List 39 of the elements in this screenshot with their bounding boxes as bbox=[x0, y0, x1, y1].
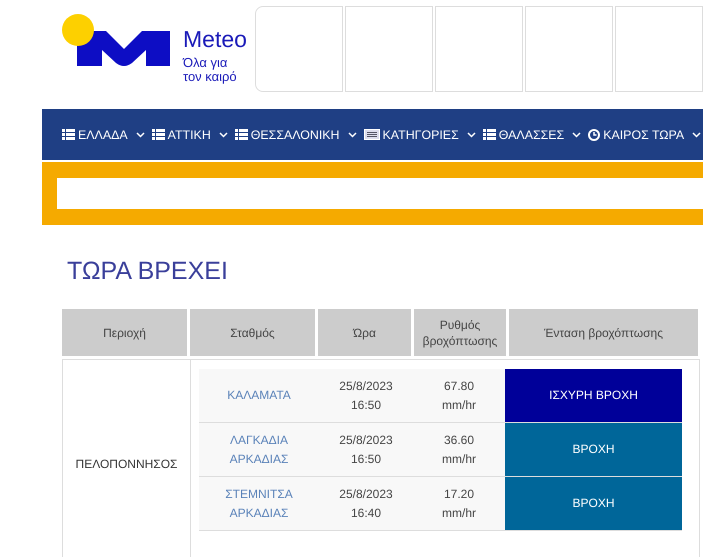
list-icon bbox=[152, 129, 165, 140]
time-cell-text: 25/8/2023 16:50 bbox=[338, 378, 394, 414]
station-link[interactable]: ΛΑΓΚΑΔΙΑ ΑΡΚΑΔΙΑΣ bbox=[199, 423, 319, 476]
time-cell-text: 25/8/2023 16:50 bbox=[338, 432, 394, 468]
list-icon bbox=[62, 129, 75, 140]
caret-icon bbox=[466, 132, 476, 138]
caret-icon bbox=[692, 132, 702, 138]
list-icon bbox=[234, 129, 248, 140]
caret-icon bbox=[218, 132, 228, 138]
nav-item[interactable]: ΚΑΙΡΟΣ ΤΩΡΑ bbox=[588, 128, 702, 142]
clock-icon bbox=[588, 128, 600, 140]
page-title: ΤΩΡΑ ΒΡΕΧΕΙ bbox=[67, 257, 229, 285]
nav-item[interactable]: ΚΑΤΗΓΟΡΙΕΣ bbox=[364, 128, 476, 142]
intensity-cell: ΙΣΧΥΡΗ ΒΡΟΧΗ bbox=[505, 369, 682, 422]
station-link[interactable]: ΣΤΕΜΝΙΤΣΑ ΑΡΚΑΔΙΑΣ bbox=[199, 477, 319, 530]
rate-cell-text: 17.20 mm/hr bbox=[441, 486, 477, 522]
time-cell-text: 25/8/2023 16:40 bbox=[338, 486, 394, 522]
region-cell: ΠΕΛΟΠΟΝΝΗΣΟΣ bbox=[63, 360, 191, 557]
rate-cell-text: 36.60 mm/hr bbox=[441, 432, 477, 468]
nav-item[interactable]: ΕΛΛΑΔΑ bbox=[62, 128, 145, 142]
list-icon bbox=[482, 129, 496, 140]
nav-item[interactable]: ΘΕΣΣΑΛΟΝΙΚΗ bbox=[234, 128, 357, 142]
column-header: Ένταση βροχόπτωσης bbox=[509, 309, 698, 356]
caret-icon bbox=[572, 132, 582, 138]
nav-item[interactable]: ΘΑΛΑΣΣΕΣ bbox=[482, 128, 582, 142]
caret-icon bbox=[136, 132, 145, 138]
card-icon bbox=[364, 129, 380, 140]
column-header: Περιοχή bbox=[62, 309, 187, 356]
intensity-cell: ΒΡΟΧΗ bbox=[505, 477, 682, 530]
intensity-cell: ΒΡΟΧΗ bbox=[505, 423, 682, 476]
nav-item[interactable]: ΑΤΤΙΚΗ bbox=[152, 128, 228, 142]
column-header: Ρυθμός βροχόπτωσης bbox=[414, 309, 506, 356]
logo-tagline: Όλα για τον καιρό bbox=[183, 56, 238, 84]
logo-name: Meteo bbox=[183, 26, 248, 52]
station-link[interactable]: ΚΑΛΑΜΑΤΑ bbox=[199, 369, 319, 422]
rate-cell-text: 67.80 mm/hr bbox=[441, 378, 477, 414]
column-header: Ώρα bbox=[318, 309, 411, 356]
caret-icon bbox=[348, 132, 357, 138]
column-header: Σταθμός bbox=[190, 309, 315, 356]
